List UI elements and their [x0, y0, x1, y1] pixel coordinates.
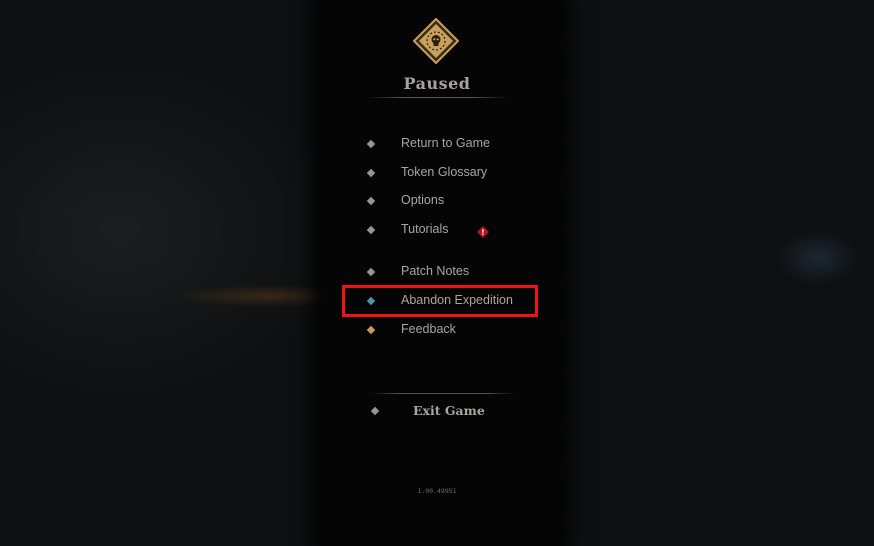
skull-sun-crest-icon	[412, 17, 460, 65]
panel-torn-edge-left	[316, 0, 328, 546]
options-label: Options	[401, 193, 445, 207]
token-glossary-label: Token Glossary	[401, 165, 488, 179]
version-text: 1.00.49951	[417, 487, 457, 495]
alert-badge-text: !	[481, 228, 485, 237]
menu-bullet-icon	[366, 196, 376, 206]
exit-game-button[interactable]: Exit Game	[370, 400, 485, 422]
return-to-game-button[interactable]: Return to Game	[366, 133, 490, 155]
menu-bullet-gold-icon	[366, 325, 376, 335]
tutorials-button[interactable]: Tutorials	[366, 219, 448, 241]
menu-bullet-icon	[366, 168, 376, 178]
exit-divider	[370, 393, 516, 394]
menu-bullet-icon	[366, 139, 376, 149]
patch-notes-button[interactable]: Patch Notes	[366, 261, 469, 283]
panel-torn-edge-right	[554, 0, 566, 546]
return-to-game-label: Return to Game	[401, 136, 490, 150]
menu-bullet-icon	[366, 267, 376, 277]
menu-title: Paused	[403, 74, 471, 93]
title-divider	[368, 97, 508, 98]
patch-notes-label: Patch Notes	[401, 264, 470, 278]
options-button[interactable]: Options	[366, 190, 444, 212]
feedback-button[interactable]: Feedback	[366, 319, 456, 341]
menu-bullet-icon	[370, 406, 380, 416]
tutorials-label: Tutorials	[401, 222, 449, 236]
game-background: Paused Return to Game Token Glossary Opt…	[0, 0, 874, 546]
exit-game-label: Exit Game	[413, 403, 485, 418]
alert-badge-icon: !	[477, 223, 489, 238]
menu-bullet-icon	[366, 225, 376, 235]
token-glossary-button[interactable]: Token Glossary	[366, 162, 487, 184]
feedback-label: Feedback	[401, 322, 456, 336]
highlight-box	[342, 285, 538, 317]
